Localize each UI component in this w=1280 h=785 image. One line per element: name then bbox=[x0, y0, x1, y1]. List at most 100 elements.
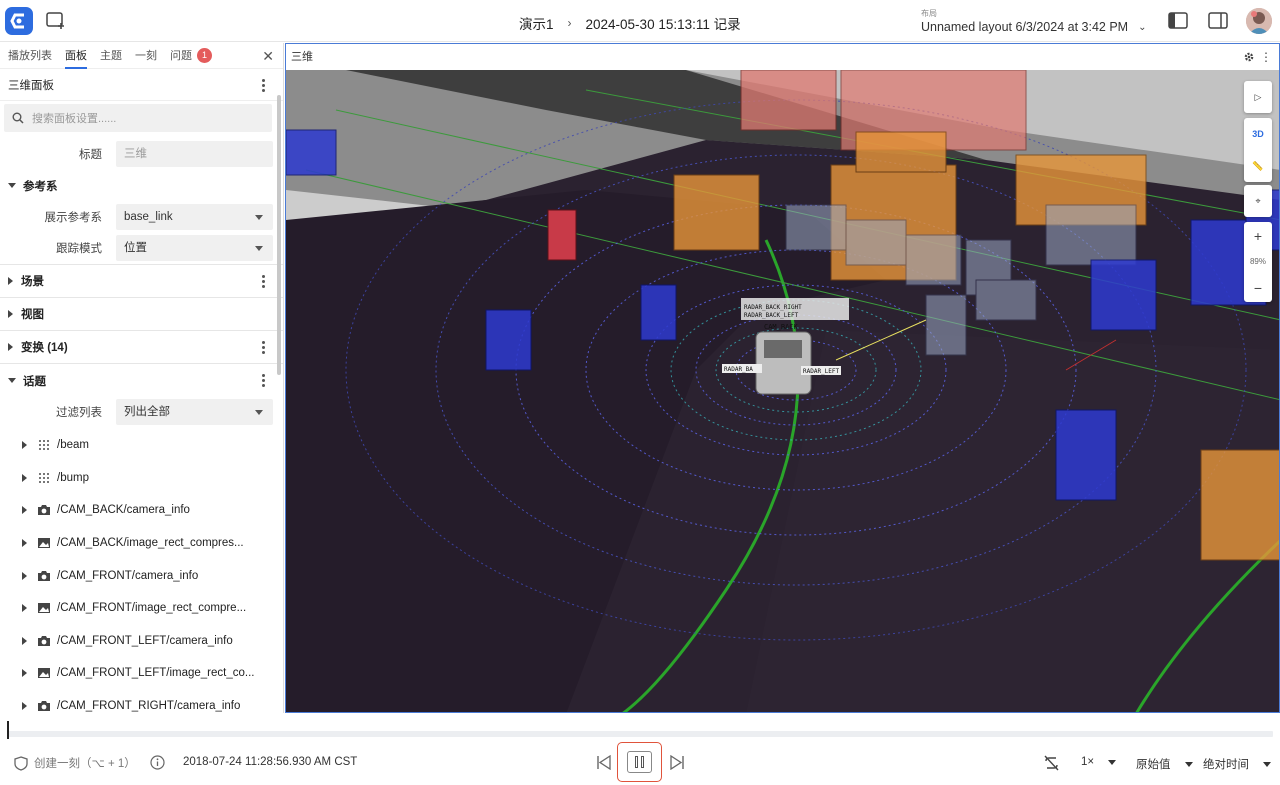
vehicle-label-cam-back: CAM_BACK bbox=[764, 323, 799, 331]
tab-problems-label: 问题 bbox=[170, 49, 192, 62]
topic-name: /CAM_FRONT_LEFT/image_rect_co... bbox=[57, 667, 255, 680]
topic-row[interactable]: /CAM_FRONT_RIGHT/camera_info bbox=[0, 690, 283, 713]
recenter-icon[interactable]: ⌖ bbox=[1244, 185, 1272, 217]
topic-row[interactable]: /CAM_FRONT_LEFT/camera_info bbox=[0, 625, 283, 658]
layout-selector[interactable]: 布局 Unnamed layout 6/3/2024 at 3:42 PM ⌄ bbox=[921, 8, 1151, 34]
3d-scene-canvas[interactable]: CAM_BACK RADAR_BACK_RIGHT RADAR_BACK_LEF… bbox=[286, 70, 1280, 713]
topic-row[interactable]: /CAM_BACK/image_rect_compres... bbox=[0, 527, 283, 560]
more-options-icon[interactable] bbox=[261, 373, 265, 387]
seek-forward-icon[interactable] bbox=[669, 755, 685, 770]
section-scene[interactable]: 场景 bbox=[0, 265, 283, 298]
sidebar-tabs: 播放列表 面板 主题 一刻 问题 1 ✕ bbox=[0, 43, 283, 69]
caret-down-icon bbox=[255, 246, 263, 251]
create-moment-label: 创建一刻（⌥ + 1） bbox=[34, 758, 136, 770]
panel-title: 三维面板 bbox=[8, 79, 54, 92]
tab-moments[interactable]: 一刻 bbox=[135, 43, 157, 69]
create-moment-button[interactable]: 创建一刻（⌥ + 1） bbox=[14, 755, 136, 771]
caret-down-icon bbox=[8, 183, 16, 188]
tab-panel[interactable]: 面板 bbox=[65, 43, 87, 69]
camera-icon bbox=[37, 700, 51, 712]
layout-label: 布局 bbox=[921, 9, 937, 18]
topic-name: /CAM_FRONT/camera_info bbox=[57, 569, 199, 582]
section-view-label: 视图 bbox=[21, 309, 44, 321]
caret-right-icon bbox=[22, 636, 27, 645]
playback-scrubber[interactable] bbox=[7, 731, 1273, 737]
breadcrumb-recording[interactable]: 2024-05-30 15:13:11 记录 bbox=[586, 13, 741, 33]
vehicle-label-radar-back-right: RADAR_BACK_RIGHT bbox=[744, 304, 802, 311]
title-row: 标题 三维 bbox=[0, 139, 283, 169]
tab-topics[interactable]: 主题 bbox=[100, 43, 122, 69]
topic-row[interactable]: /CAM_FRONT/camera_info bbox=[0, 559, 283, 592]
section-transforms[interactable]: 变换 (14) bbox=[0, 331, 283, 364]
right-sidebar-toggle-icon[interactable] bbox=[1208, 12, 1228, 30]
close-icon[interactable]: ✕ bbox=[262, 48, 274, 65]
zoom-out-icon[interactable]: − bbox=[1244, 274, 1272, 302]
ruler-icon[interactable]: 📏 bbox=[1244, 150, 1272, 182]
camera-icon bbox=[37, 504, 51, 516]
3d-panel-title: 三维 bbox=[291, 51, 313, 63]
settings-gear-icon[interactable] bbox=[1243, 51, 1255, 63]
breadcrumb: 演示1 › 2024-05-30 15:13:11 记录 bbox=[519, 13, 741, 33]
display-frame-select[interactable]: base_link bbox=[116, 204, 273, 230]
caret-down-icon bbox=[1263, 761, 1271, 767]
more-options-icon[interactable] bbox=[261, 274, 265, 288]
problems-count-badge: 1 bbox=[197, 47, 212, 63]
tab-playlist[interactable]: 播放列表 bbox=[8, 43, 52, 69]
playhead[interactable] bbox=[7, 721, 9, 739]
section-view[interactable]: 视图 bbox=[0, 298, 283, 331]
follow-mode-select[interactable]: 位置 bbox=[116, 235, 273, 261]
caret-right-icon bbox=[8, 343, 13, 351]
user-avatar[interactable] bbox=[1246, 8, 1272, 34]
recenter-tool[interactable]: ⌖ bbox=[1244, 185, 1272, 217]
camera-icon bbox=[37, 570, 51, 582]
vehicle-label-radar-left: RADAR_LEFT bbox=[803, 368, 840, 375]
caret-down-icon bbox=[8, 378, 16, 383]
speed-select[interactable]: 1× bbox=[1081, 756, 1117, 768]
topic-row[interactable]: /bump bbox=[0, 462, 283, 495]
settings-search-input[interactable]: 搜索面板设置...... bbox=[4, 104, 272, 132]
value-mode-select[interactable]: 原始值 bbox=[1136, 756, 1193, 772]
topic-name: /beam bbox=[57, 439, 89, 452]
3d-toggle-button[interactable]: 3D bbox=[1244, 118, 1272, 150]
section-topics-label: 话题 bbox=[23, 375, 46, 388]
display-frame-label: 展示参考系 bbox=[44, 212, 103, 224]
topic-filter-select[interactable]: 列出全部 bbox=[116, 399, 273, 425]
info-icon[interactable] bbox=[150, 755, 165, 770]
camera-icon bbox=[37, 635, 51, 647]
app-logo-icon[interactable] bbox=[4, 6, 34, 36]
seek-backward-icon[interactable] bbox=[596, 755, 612, 770]
image-icon bbox=[37, 537, 51, 549]
topic-row[interactable]: /CAM_FRONT_LEFT/image_rect_co... bbox=[0, 657, 283, 690]
topic-row[interactable]: /CAM_FRONT/image_rect_compre... bbox=[0, 592, 283, 625]
more-options-icon[interactable] bbox=[261, 340, 265, 354]
image-icon bbox=[37, 667, 51, 679]
breadcrumb-layout[interactable]: 演示1 bbox=[519, 13, 554, 33]
caret-right-icon bbox=[22, 604, 27, 613]
grid-icon bbox=[37, 472, 51, 484]
select-tool[interactable]: ▷ bbox=[1244, 81, 1272, 113]
topic-name: /CAM_BACK/image_rect_compres... bbox=[57, 537, 244, 550]
loop-off-icon[interactable] bbox=[1043, 755, 1060, 771]
frame-section-header[interactable]: 参考系 bbox=[0, 169, 283, 202]
topic-row[interactable]: /beam bbox=[0, 429, 283, 462]
title-field[interactable]: 三维 bbox=[116, 141, 273, 167]
vehicle-label-radar-ba: RADAR_BA bbox=[724, 366, 753, 373]
caret-down-icon bbox=[1184, 761, 1193, 767]
time-mode-select[interactable]: 绝对时间 bbox=[1203, 756, 1271, 772]
speed-value: 1× bbox=[1081, 756, 1095, 768]
more-options-icon[interactable] bbox=[261, 78, 265, 92]
play-pause-button[interactable] bbox=[617, 742, 662, 782]
tab-problems[interactable]: 问题 1 bbox=[170, 43, 212, 69]
display-frame-row: 展示参考系 base_link bbox=[0, 202, 283, 232]
sidebar-scrollbar[interactable] bbox=[277, 95, 281, 375]
topic-row[interactable]: /CAM_BACK/camera_info bbox=[0, 494, 283, 527]
follow-mode-label: 跟踪模式 bbox=[56, 243, 102, 255]
layout-name: Unnamed layout 6/3/2024 at 3:42 PM bbox=[921, 20, 1129, 34]
zoom-in-icon[interactable]: + bbox=[1244, 222, 1272, 250]
caret-right-icon bbox=[22, 506, 27, 515]
section-topics[interactable]: 话题 bbox=[0, 364, 283, 397]
add-panel-icon[interactable] bbox=[46, 12, 66, 30]
cursor-icon[interactable]: ▷ bbox=[1244, 81, 1272, 113]
more-options-icon[interactable]: ⋮ bbox=[1260, 44, 1272, 70]
left-sidebar-toggle-icon[interactable] bbox=[1168, 12, 1188, 30]
